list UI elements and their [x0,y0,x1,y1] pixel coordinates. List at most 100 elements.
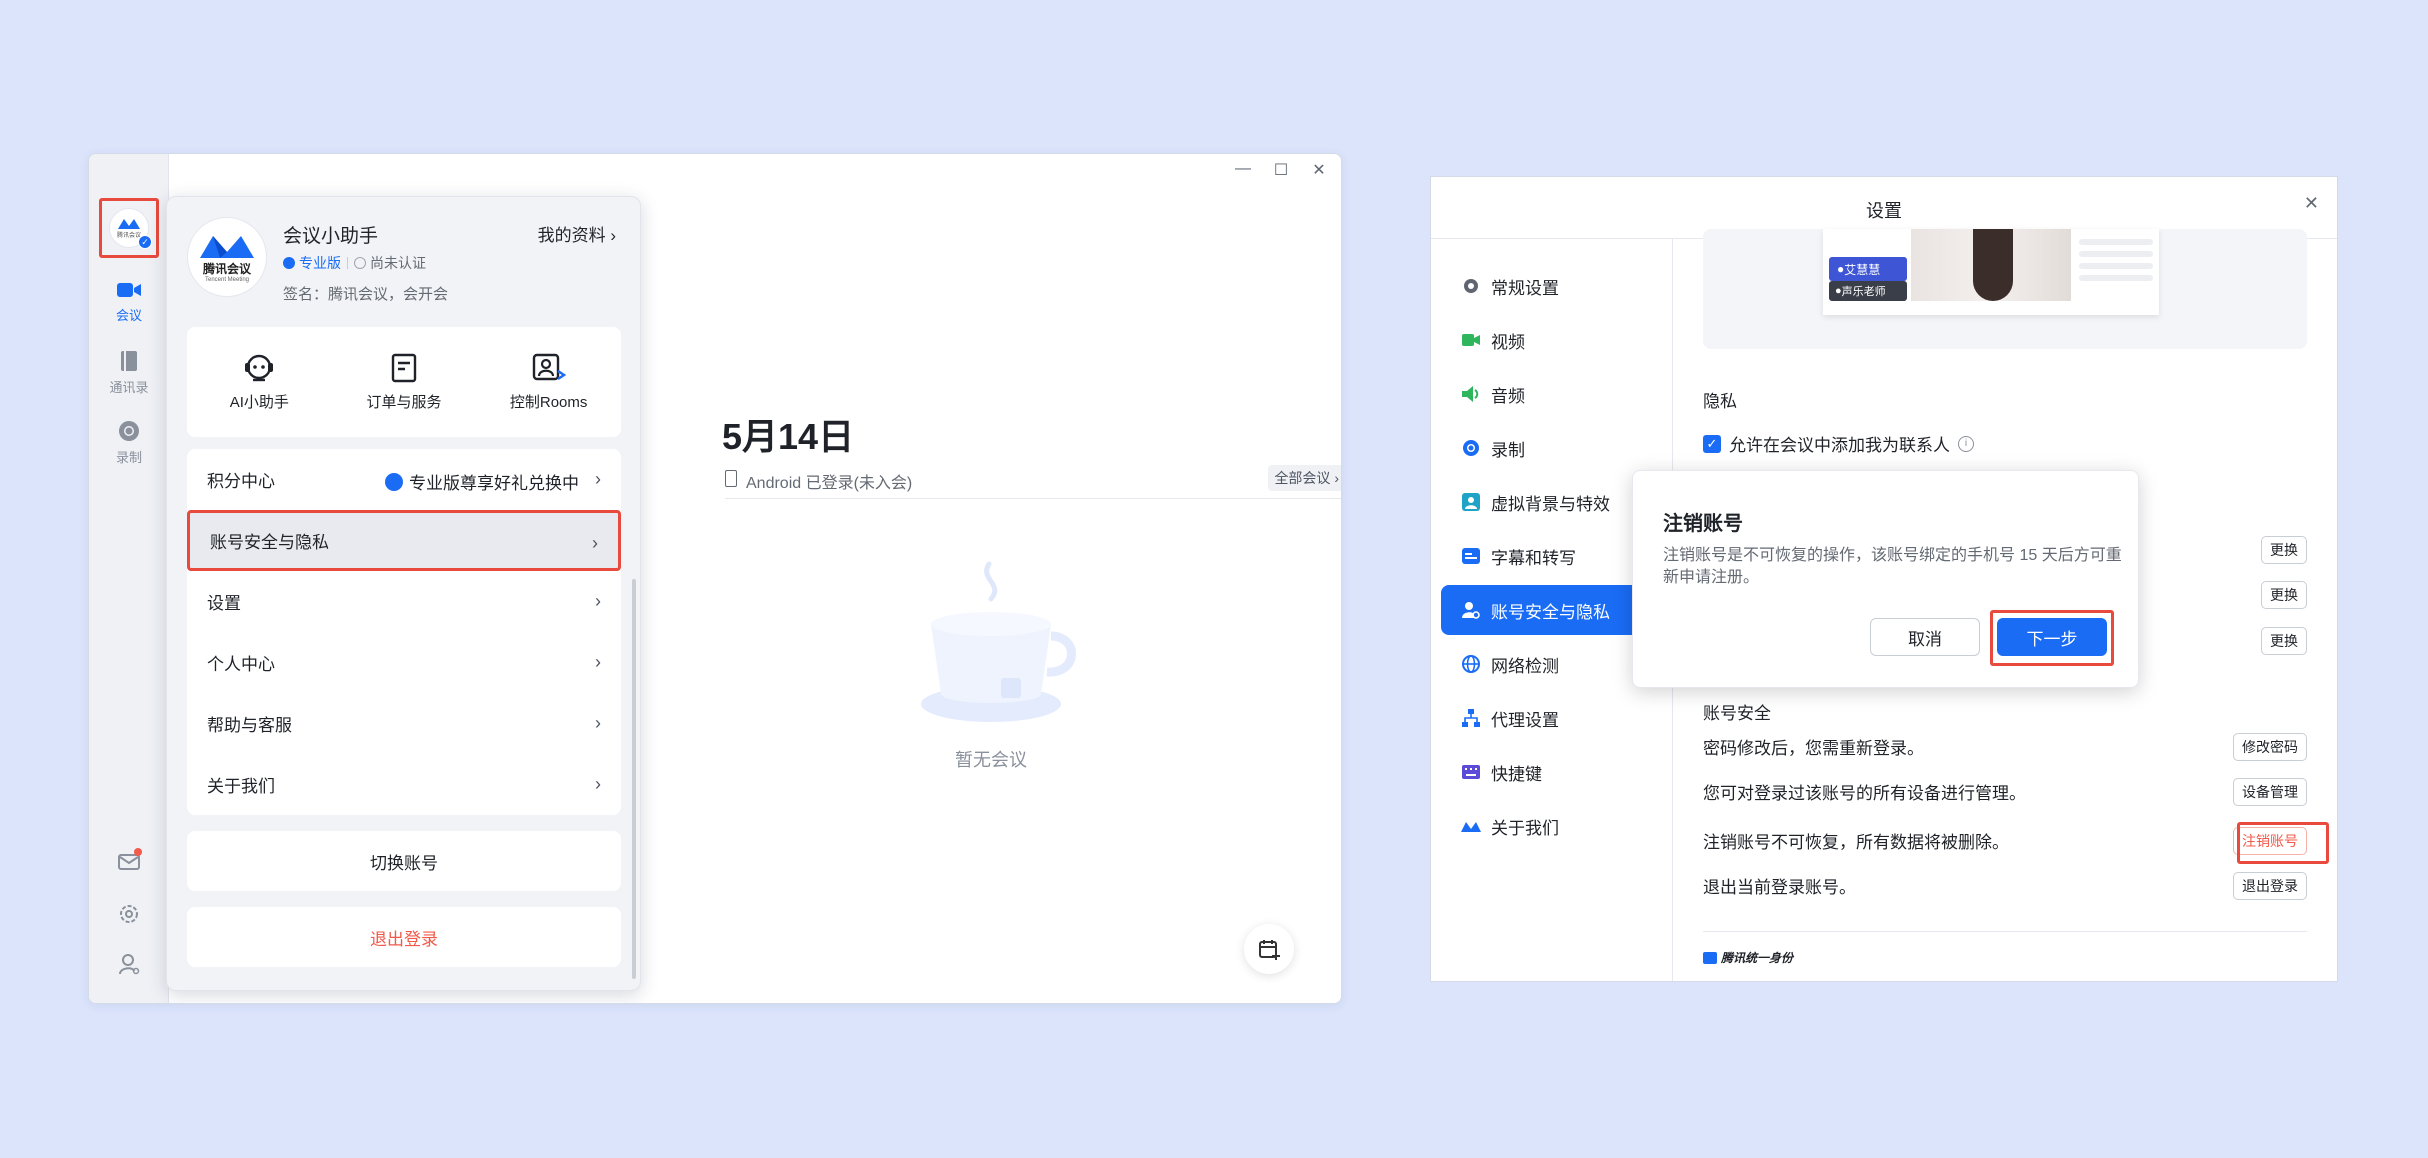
menu-item-about[interactable]: 关于我们 › [187,754,621,815]
privacy-heading: 隐私 [1703,392,1737,411]
popup-scrollbar[interactable] [632,579,636,979]
profile-signature: 签名：腾讯会议，会开会 [283,286,449,303]
quick-action-orders[interactable]: 订单与服务 [339,353,469,412]
verification-badge[interactable]: 尚未认证 [354,253,426,273]
account-security-heading: 账号安全 [1703,704,1771,723]
all-meetings-link[interactable]: 全部会议 › [1268,465,1341,491]
rail-item-meeting[interactable]: 会议 [89,280,169,324]
tencent-meeting-logo-icon [1461,822,1481,832]
preview-name-text: 艾慧慧 [1844,262,1881,277]
profile-popup: 腾讯会议 Tencent Meeting 会议小助手 我的资料 › 专业版 尚未… [166,196,641,991]
device-status-text: Android 已登录(未入会) [746,475,913,492]
menu-item-label: 关于我们 [207,777,275,796]
schedule-meeting-button[interactable] [1244,924,1294,974]
menu-item-points-center[interactable]: 积分中心 专业版尊享好礼兑换中 › [187,449,621,510]
profile-name: 会议小助手 [283,226,379,247]
footer-brand-text: 腾讯统一身份 [1721,951,1794,965]
my-info-link[interactable]: 我的资料 › [538,221,616,246]
quick-action-label: AI小助手 [229,393,289,411]
switch-account-button[interactable]: 切换账号 [187,831,621,891]
quick-action-ai-assistant[interactable]: AI小助手 [194,353,324,412]
nav-item-about[interactable]: 关于我们 [1441,801,1671,851]
record-icon [119,421,139,441]
record-icon [1463,440,1479,456]
logout-button[interactable]: 退出登录 [2233,872,2307,900]
info-icon[interactable]: i [1958,435,1974,452]
tencent-identity-logo-icon [1703,951,1717,964]
ai-assistant-icon [245,354,274,381]
change-button[interactable]: 更换 [2261,581,2307,609]
name-tag-preview: ● 艾慧慧 ● 声乐老师 [1703,229,2307,349]
menu-item-settings[interactable]: 设置 › [187,571,621,632]
minimize-icon[interactable]: — [1235,160,1251,180]
device-management-button[interactable]: 设备管理 [2233,778,2307,806]
menu-item-help[interactable]: 帮助与客服 › [187,693,621,754]
nav-item-general[interactable]: 常规设置 [1441,261,1671,311]
close-icon[interactable]: ✕ [1311,160,1327,180]
video-icon [1462,334,1480,346]
logout-button[interactable]: 退出登录 [187,907,621,967]
cancel-button[interactable]: 取消 [1870,618,1980,656]
chevron-right-icon: › [592,533,598,553]
nav-item-label: 视频 [1491,332,1525,352]
notification-dot [134,848,142,856]
rail-avatar-highlight[interactable]: 腾讯会议 ✓ [99,198,159,258]
settings-title: 设置 [1866,201,1902,221]
close-icon[interactable]: ✕ [2304,193,2319,214]
security-row-text: 退出当前登录账号。 [1703,877,1856,897]
add-contact-checkbox-row[interactable]: ✓ 允许在会议中添加我为联系人 i [1703,431,1974,456]
tencent-meeting-logo-icon [200,235,254,258]
delete-account-highlight [2237,822,2329,864]
contacts-book-icon [121,351,137,371]
nav-item-label: 代理设置 [1491,710,1559,730]
tencent-meeting-logo-icon [118,219,140,229]
video-camera-icon [117,283,141,297]
rail-item-recording[interactable]: 录制 [89,420,169,466]
preview-card: ● 艾慧慧 ● 声乐老师 [1823,229,2159,315]
quick-action-label: 控制Rooms [509,393,588,411]
next-step-button[interactable]: 下一步 [1997,618,2107,656]
nav-item-audio[interactable]: 音频 [1441,369,1671,419]
empty-state-text: 暂无会议 [955,750,1027,770]
quick-action-label: 订单与服务 [366,393,442,411]
menu-item-label: 积分中心 [207,472,275,491]
nav-item-label: 字幕和转写 [1491,548,1576,568]
profile-header: 腾讯会议 Tencent Meeting 会议小助手 我的资料 › 专业版 尚未… [167,197,640,327]
verification-label: 尚未认证 [370,255,426,271]
menu-item-account-security[interactable]: 账号安全与隐私 › [187,510,621,571]
maximize-icon[interactable]: ☐ [1273,160,1289,180]
nav-item-video[interactable]: 视频 [1441,315,1671,365]
change-button[interactable]: 更换 [2261,627,2307,655]
mail-icon[interactable] [115,848,143,876]
security-row-password: 密码修改后，您需重新登录。 修改密码 [1703,726,2307,766]
user-settings-icon[interactable] [115,950,143,978]
profile-tags: 专业版 尚未认证 [283,253,426,273]
quick-action-control-rooms[interactable]: 控制Rooms [484,353,614,412]
meeting-date-title: 5月14日 [722,416,855,457]
nav-item-proxy[interactable]: 代理设置 [1441,693,1671,743]
avatar-logo-text: 腾讯会议 [116,233,141,239]
checkbox-checked[interactable]: ✓ [1703,434,1721,453]
nav-item-recording[interactable]: 录制 [1441,423,1671,473]
menu-item-personal-center[interactable]: 个人中心 › [187,632,621,693]
preview-role-text: 声乐老师 [1841,286,1886,298]
user-avatar[interactable]: 腾讯会议 ✓ [109,208,152,249]
all-meetings-label: 全部会议 [1274,470,1331,486]
preview-sidebar [2079,233,2153,303]
account-security-icon [1462,602,1480,619]
rail-item-contacts[interactable]: 通讯录 [89,350,169,396]
menu-item-label: 个人中心 [207,655,275,674]
profile-avatar[interactable]: 腾讯会议 Tencent Meeting [187,217,267,297]
verify-icon [354,257,366,269]
menu-item-label: 账号安全与隐私 [210,533,329,552]
settings-gear-icon[interactable] [115,900,143,928]
security-row-text: 密码修改后，您需重新登录。 [1703,738,1924,758]
captions-icon [1462,548,1480,564]
nav-item-shortcuts[interactable]: 快捷键 [1441,747,1671,797]
change-password-button[interactable]: 修改密码 [2233,733,2307,761]
change-button[interactable]: 更换 [2261,536,2307,564]
edition-badge[interactable]: 专业版 [283,253,341,273]
dialog-message: 注销账号是不可恢复的操作，该账号绑定的手机号 15 天后方可重新申请注册。 [1663,547,2122,586]
calendar-add-icon [1259,940,1280,960]
nav-item-label: 音频 [1491,386,1525,406]
